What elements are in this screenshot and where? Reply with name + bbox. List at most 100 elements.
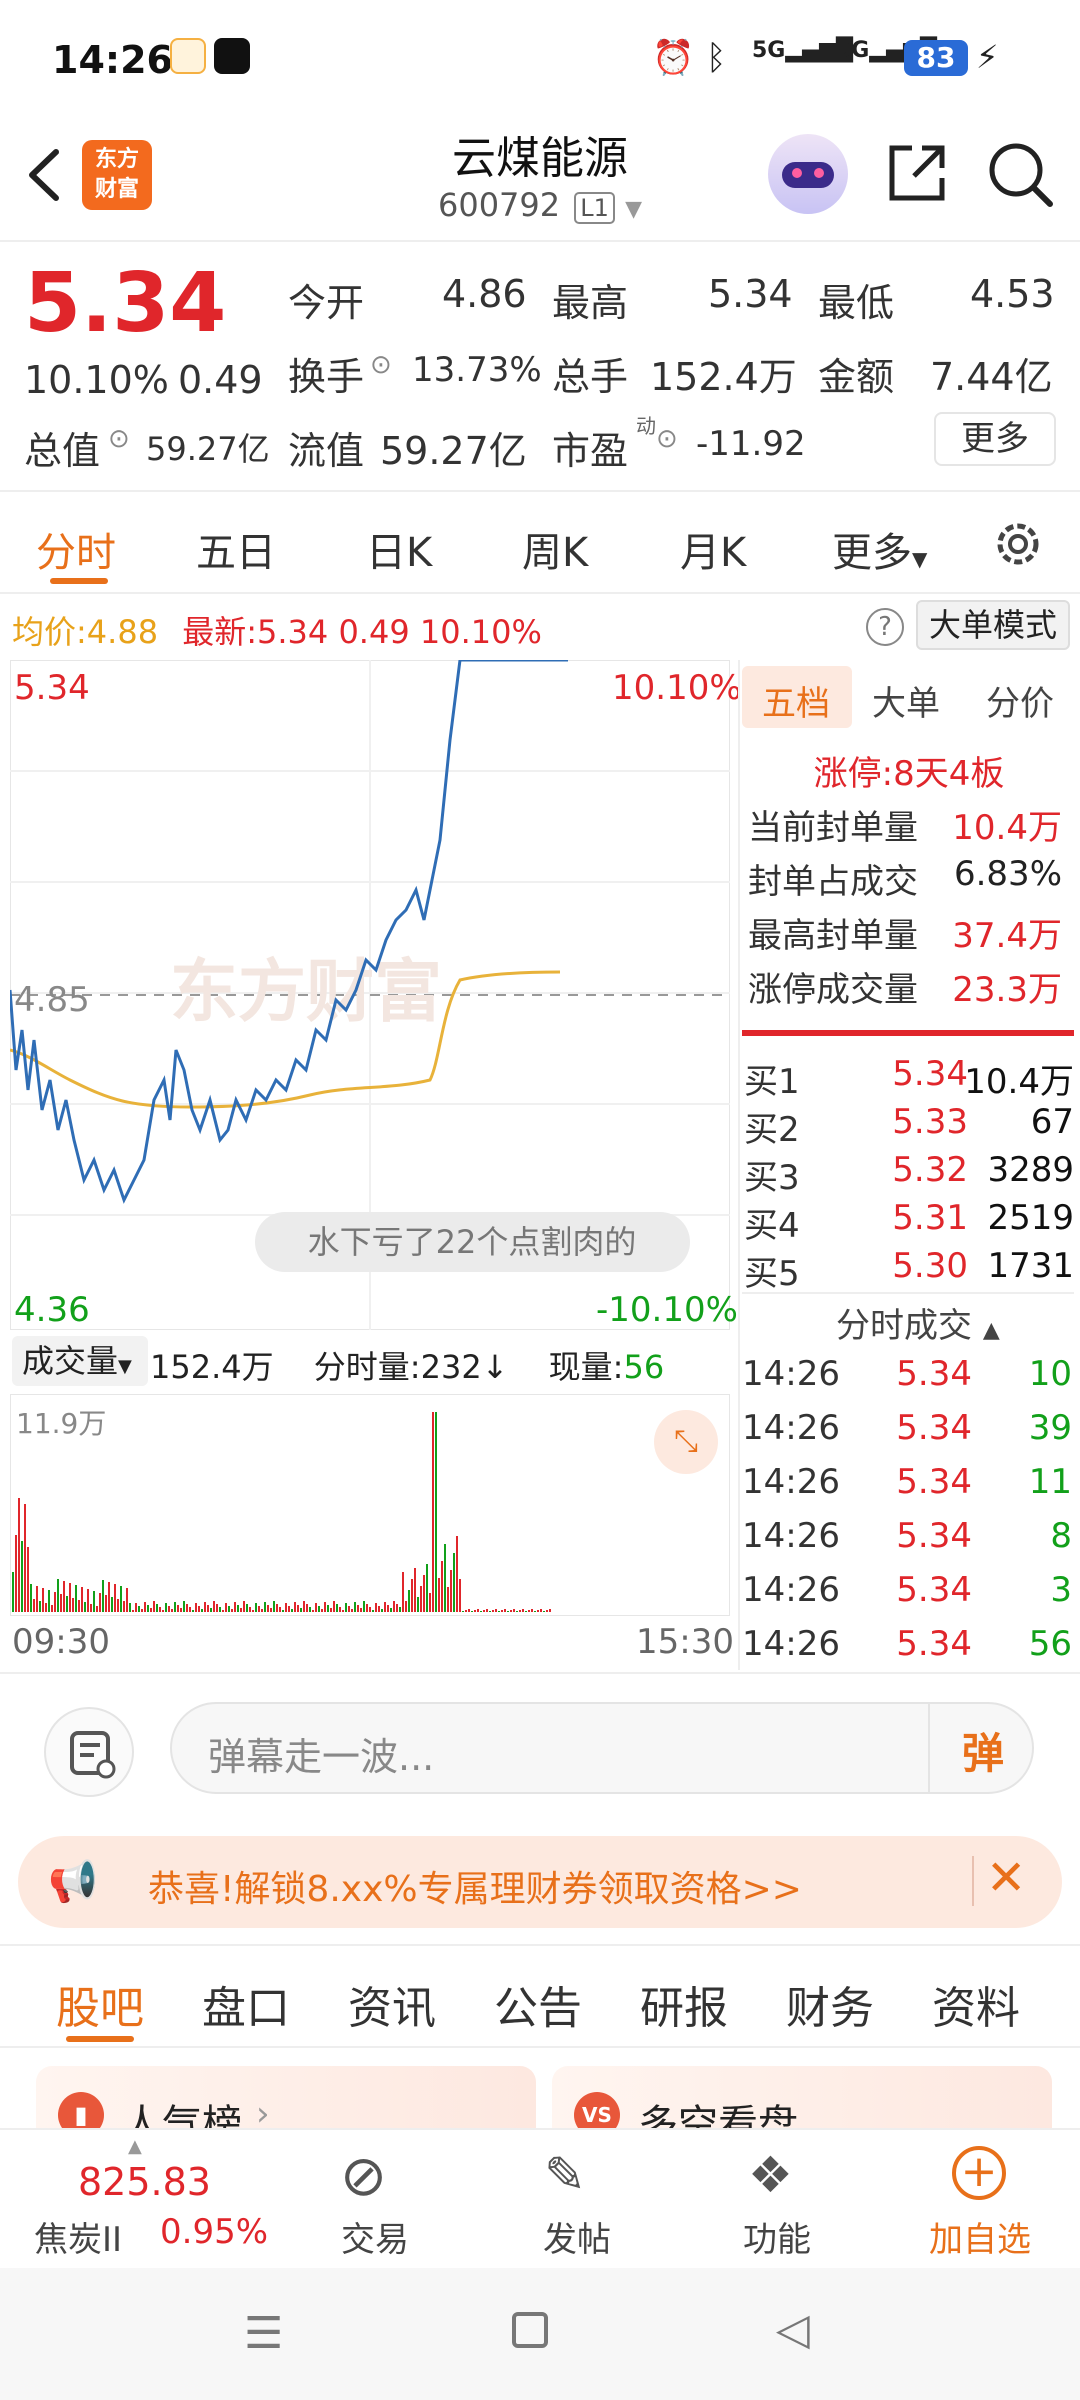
- ticks-header[interactable]: 分时成交 ▲: [836, 1298, 1000, 1347]
- expand-icon[interactable]: ⤡: [654, 1410, 718, 1474]
- volume-bar: [264, 1602, 266, 1612]
- volume-bar: [348, 1606, 350, 1612]
- volume-bar: [66, 1596, 68, 1612]
- tab-price-distribution[interactable]: 分价: [986, 676, 1054, 725]
- volume-bar: [432, 1412, 434, 1612]
- volume-bar: [465, 1610, 467, 1612]
- share-button[interactable]: [884, 140, 950, 206]
- low-value: 4.53: [970, 272, 1055, 316]
- volume-bar: [63, 1581, 65, 1612]
- volume-bar: [300, 1608, 302, 1612]
- menu-icon[interactable]: ☰: [244, 2308, 283, 2359]
- tab-five-day[interactable]: 五日: [196, 520, 276, 578]
- volume-bar: [192, 1610, 194, 1612]
- info-icon[interactable]: ⊙: [656, 424, 678, 454]
- home-icon[interactable]: [512, 2312, 548, 2348]
- robot-assistant-icon[interactable]: [768, 134, 848, 214]
- chevron-down-icon: ▼: [625, 197, 643, 222]
- volume-bar: [135, 1603, 137, 1612]
- tab-profile[interactable]: 资料: [932, 1972, 1020, 2036]
- volume-bar: [345, 1603, 347, 1612]
- panel-divider: [738, 660, 740, 1670]
- volume-bar: [546, 1610, 548, 1612]
- danmaku-input[interactable]: 弹幕走一波... 弹: [170, 1702, 1034, 1794]
- per-minute-volume: 232: [420, 1348, 482, 1386]
- nav-trade[interactable]: 交易: [332, 2212, 418, 2261]
- volume-bar: [216, 1604, 218, 1612]
- latest-price: 5.34: [257, 613, 329, 651]
- tab-market-depth[interactable]: 盘口: [202, 1972, 290, 2036]
- chevron-down-icon: ▼: [912, 547, 928, 571]
- volume-bar: [303, 1601, 305, 1612]
- more-button[interactable]: 更多: [934, 412, 1056, 466]
- volume-bar: [273, 1601, 275, 1612]
- arrow-down-icon: ↓: [481, 1348, 509, 1386]
- tab-guba[interactable]: 股吧: [56, 1972, 144, 2036]
- volume-bar: [129, 1603, 131, 1612]
- volume-bar: [255, 1603, 257, 1612]
- tab-weekly-k[interactable]: 周K: [522, 520, 588, 578]
- gear-icon: [997, 523, 1039, 565]
- volume-bar: [84, 1602, 86, 1612]
- info-icon[interactable]: ⊙: [108, 424, 130, 454]
- volume-bar: [294, 1602, 296, 1612]
- nav-functions[interactable]: 功能: [734, 2212, 820, 2261]
- tick-time: 14:26: [742, 1570, 840, 1610]
- amount-label: 金额: [818, 355, 895, 399]
- volume-bar: [549, 1609, 551, 1612]
- volume-bar: [261, 1609, 263, 1612]
- volume-bar: [225, 1603, 227, 1612]
- volume-bar: [498, 1611, 500, 1612]
- comment-list-button[interactable]: [44, 1707, 134, 1797]
- time-start: 09:30: [12, 1622, 110, 1662]
- volume-bar: [168, 1606, 170, 1612]
- volume-bar: [363, 1601, 365, 1612]
- volume-chart[interactable]: [10, 1394, 730, 1616]
- search-button[interactable]: [986, 140, 1056, 210]
- back-nav-icon[interactable]: ◁: [776, 2304, 810, 2355]
- close-icon[interactable]: ✕: [986, 1850, 1026, 1906]
- tab-intraday[interactable]: 分时: [36, 520, 116, 578]
- volume-bar: [81, 1587, 83, 1612]
- promo-banner[interactable]: 📢 恭喜!解锁8.xx%专属理财券领取资格>> ✕: [18, 1836, 1062, 1928]
- tick-volume: 3: [1050, 1570, 1072, 1610]
- nav-add-watchlist[interactable]: 加自选: [916, 2212, 1044, 2261]
- bid-volume: 2519: [987, 1198, 1074, 1238]
- tick-time: 14:26: [742, 1624, 840, 1664]
- tab-research[interactable]: 研报: [640, 1972, 728, 2036]
- volume-bar: [195, 1603, 197, 1612]
- volume-bar: [468, 1609, 470, 1612]
- bid-price: 5.31: [892, 1198, 968, 1238]
- intraday-chart[interactable]: 东方财富 水下亏了22个点割肉的: [10, 660, 730, 1330]
- volume-bar: [426, 1564, 428, 1612]
- big-order-mode-button[interactable]: 大单模式: [916, 600, 1070, 650]
- danmaku-text: 水下亏了22个点割肉的: [308, 1223, 637, 1261]
- tab-five-levels[interactable]: 五档: [762, 676, 830, 725]
- info-icon[interactable]: ⊙: [370, 350, 392, 380]
- volume-bar: [330, 1608, 332, 1612]
- tab-financials[interactable]: 财务: [786, 1972, 874, 2036]
- volume-bar: [198, 1606, 200, 1612]
- edit-post-icon[interactable]: ✎: [544, 2146, 586, 2204]
- danmaku-toggle-icon[interactable]: 弹: [962, 1720, 1004, 1781]
- volume-selector[interactable]: 成交量▼: [12, 1336, 148, 1386]
- nav-post[interactable]: 发帖: [534, 2212, 620, 2261]
- tab-announcements[interactable]: 公告: [494, 1972, 582, 2036]
- volume-bar: [45, 1603, 47, 1612]
- trade-icon[interactable]: ⊘: [340, 2144, 387, 2209]
- tab-monthly-k[interactable]: 月K: [680, 520, 746, 578]
- volume-bar: [390, 1608, 392, 1612]
- add-watchlist-icon[interactable]: +: [952, 2146, 1006, 2200]
- settings-button[interactable]: [990, 516, 1046, 572]
- volume-bar: [252, 1610, 254, 1612]
- tab-daily-k[interactable]: 日K: [366, 520, 432, 578]
- index-ticker[interactable]: ▲ 825.83 焦炭II 0.95%: [0, 2128, 300, 2268]
- grid-apps-icon[interactable]: ❖: [748, 2146, 793, 2204]
- tab-news[interactable]: 资讯: [348, 1972, 436, 2036]
- help-icon[interactable]: ?: [866, 608, 904, 646]
- tab-big-orders[interactable]: 大单: [872, 676, 940, 725]
- volume-bar: [276, 1604, 278, 1612]
- volume-bar: [507, 1611, 509, 1612]
- tab-more[interactable]: 更多▼: [832, 520, 927, 578]
- latest-change: 0.49: [338, 613, 410, 651]
